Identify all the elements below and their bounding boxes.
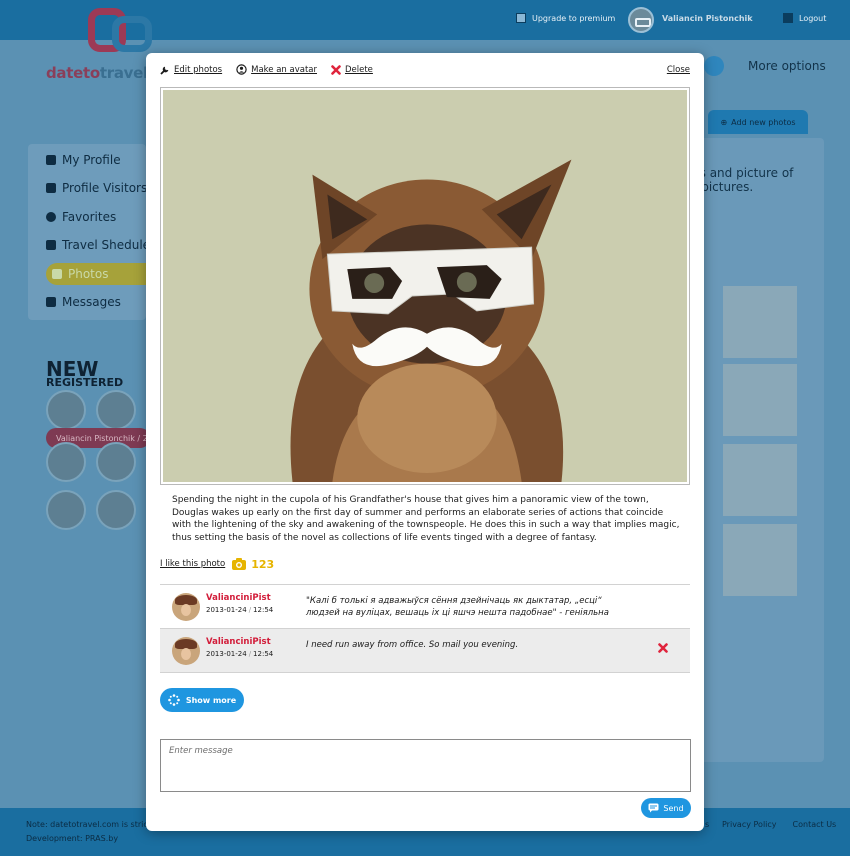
message-input[interactable] (160, 739, 691, 792)
footer-dev: Development: PRAS.by (26, 834, 119, 843)
new-user-avatar[interactable] (96, 442, 136, 482)
user-name[interactable]: Valiancin Pistonchik (662, 14, 753, 23)
new-registered-heading: NEW REGISTERED (46, 357, 124, 389)
comment-text: I need run away from office. So mail you… (306, 640, 519, 650)
footer-note: Note: datetotravel.com is strictly (26, 820, 158, 829)
plus-icon: ⊕ (720, 117, 728, 127)
like-row: I like this photo 123 (160, 557, 274, 571)
dev-link[interactable]: PRAS.by (85, 834, 118, 843)
commenter-avatar[interactable] (172, 593, 200, 621)
new-user-avatar[interactable] (46, 442, 86, 482)
site-logo-mark[interactable] (88, 6, 154, 54)
cat-with-mask-photo (163, 90, 687, 482)
user-avatar[interactable] (628, 7, 654, 33)
make-avatar-button[interactable]: Make an avatar (236, 64, 317, 75)
commenter-name[interactable]: ValianciniPist (206, 593, 271, 603)
delete-photo-button[interactable]: Delete (331, 65, 373, 75)
heart-icon (46, 212, 56, 222)
comment-text: "Калі б толькі я адважыўся сёння дзейніч… (306, 596, 609, 618)
comment-item: ValianciniPist 2013-01-24/12:54 "Калі б … (160, 585, 690, 629)
spinner-icon (168, 694, 180, 706)
photo-thumbnail[interactable] (723, 286, 797, 358)
suitcase-icon (46, 240, 56, 250)
delete-cross-icon (331, 64, 341, 75)
commenter-name[interactable]: ValianciniPist (206, 637, 271, 647)
footer-link[interactable]: s (705, 820, 709, 829)
search-icon[interactable] (704, 56, 724, 76)
comment-item: ValianciniPist 2013-01-24/12:54 I need r… (160, 629, 690, 673)
comments-list: ValianciniPist 2013-01-24/12:54 "Калі б … (160, 584, 690, 673)
add-new-photos-tab[interactable]: ⊕ Add new photos (708, 110, 808, 134)
photos-panel-text: rts and picture of e pictures. (690, 166, 794, 195)
delete-cross-icon (658, 643, 668, 653)
edit-photos-button[interactable]: Edit photos (160, 65, 222, 75)
contact-us-link[interactable]: Contact Us (793, 820, 837, 829)
new-user-avatar[interactable] (96, 390, 136, 430)
new-user-avatar[interactable] (96, 490, 136, 530)
like-counter: 123 (231, 557, 274, 571)
user-circle-icon (236, 64, 247, 75)
send-button[interactable]: Send (641, 798, 691, 818)
camera-icon (52, 269, 62, 279)
sidebar-menu: My Profile Profile Visitors Favorites Tr… (28, 144, 176, 320)
logout-link[interactable]: Logout (783, 13, 826, 23)
like-photo-link[interactable]: I like this photo (160, 559, 225, 569)
new-user-avatar[interactable] (46, 490, 86, 530)
logout-icon (783, 13, 793, 23)
show-more-button[interactable]: Show more (160, 688, 244, 712)
photo-thumbnail[interactable] (723, 364, 797, 436)
comment-datetime: 2013-01-24/12:54 (206, 606, 274, 614)
chat-icon (46, 297, 56, 307)
site-logo[interactable]: datetotravel (46, 64, 148, 82)
photo-thumbnail[interactable] (723, 444, 797, 516)
comment-datetime: 2013-01-24/12:54 (206, 650, 274, 658)
user-icon (46, 155, 56, 165)
chat-bubble-icon (648, 803, 659, 813)
commenter-avatar[interactable] (172, 637, 200, 665)
upgrade-premium-link[interactable]: Upgrade to premium (516, 13, 615, 23)
close-modal-button[interactable]: Close (667, 65, 690, 75)
modal-toolbar: Edit photos Make an avatar Delete (160, 64, 373, 75)
premium-icon (516, 13, 526, 23)
more-options-link[interactable]: More options (748, 59, 826, 73)
delete-comment-button[interactable] (658, 638, 668, 657)
camera-like-icon (232, 558, 247, 570)
privacy-policy-link[interactable]: Privacy Policy (722, 820, 777, 829)
photo-thumbnail[interactable] (723, 524, 797, 596)
photo-modal: Edit photos Make an avatar Delete Close (146, 53, 704, 831)
new-user-avatar[interactable] (46, 390, 86, 430)
main-photo[interactable] (160, 87, 690, 485)
photo-description: Spending the night in the cupola of his … (172, 495, 680, 543)
wrench-icon (160, 66, 169, 75)
users-icon (46, 183, 56, 193)
